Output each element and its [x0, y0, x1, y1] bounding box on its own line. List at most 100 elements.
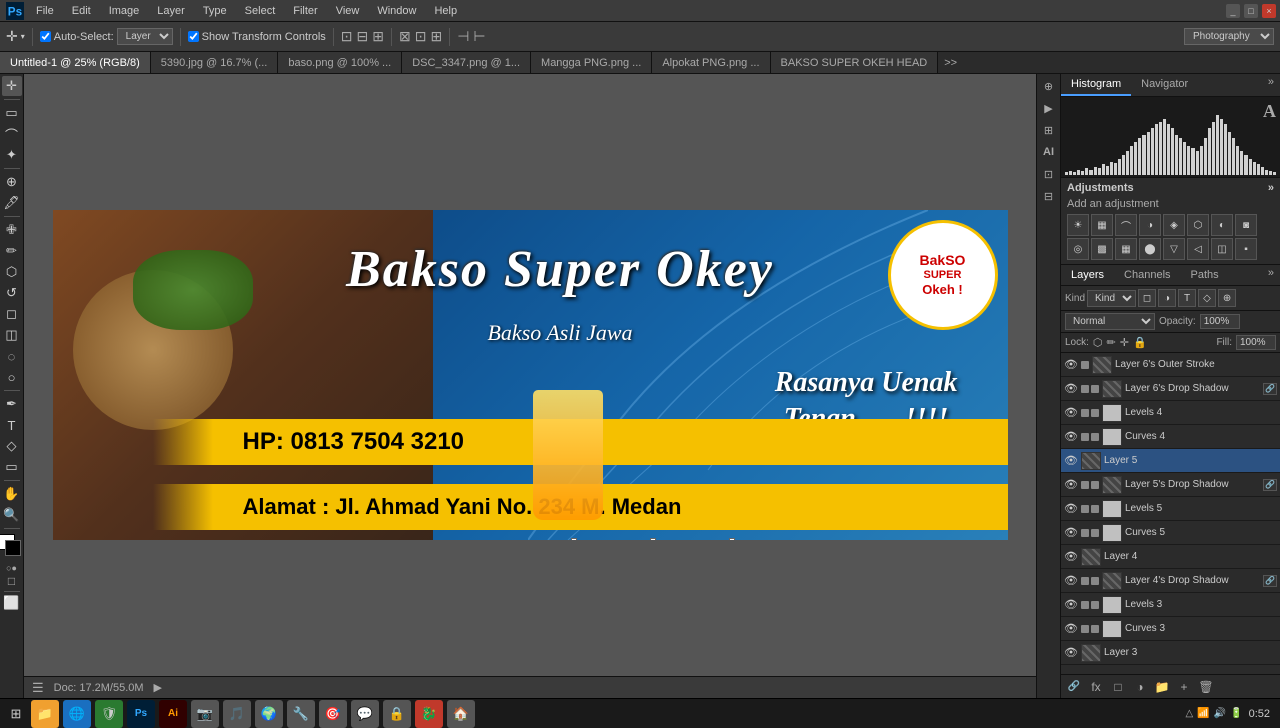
layer-fx-9[interactable] — [1091, 577, 1099, 585]
filter-kind-select[interactable]: Kind — [1087, 290, 1136, 307]
layer-folder-footer-btn[interactable]: 📁 — [1153, 678, 1171, 696]
auto-select-type[interactable]: Layer — [117, 28, 173, 45]
layer-item-0[interactable]: 👁 Layer 6's Outer Stroke — [1061, 353, 1280, 377]
layer-item-6[interactable]: 👁 Levels 5 — [1061, 497, 1280, 521]
adj-brightness[interactable]: ☀ — [1067, 214, 1089, 236]
menu-select[interactable]: Select — [237, 3, 284, 19]
tab-3[interactable]: DSC_3347.png @ 1... — [402, 52, 531, 74]
tray-icon-1[interactable]: △ — [1186, 708, 1194, 719]
transform-checkbox[interactable] — [188, 31, 199, 42]
menu-file[interactable]: File — [28, 3, 62, 19]
layers-tab[interactable]: Layers — [1061, 265, 1114, 285]
align-middle-icon[interactable]: ⊡ — [415, 28, 427, 45]
align-bottom-icon[interactable]: ⊞ — [430, 28, 442, 45]
taskbar-ai[interactable]: Ai — [159, 700, 187, 728]
layer-link-10[interactable] — [1081, 601, 1089, 609]
tab-5[interactable]: Alpokat PNG.png ... — [652, 52, 770, 74]
menu-view[interactable]: View — [328, 3, 368, 19]
layer-fx-footer-btn[interactable]: fx — [1087, 678, 1105, 696]
adj-channel-mixer[interactable]: ▩ — [1091, 238, 1113, 260]
stamp-tool[interactable]: ⬡ — [2, 262, 22, 282]
layer-item-9[interactable]: 👁 Layer 4's Drop Shadow 🔗 — [1061, 569, 1280, 593]
adj-vibrance[interactable]: ◈ — [1163, 214, 1185, 236]
maximize-btn[interactable]: □ — [1244, 4, 1258, 18]
layer-new-footer-btn[interactable]: + — [1175, 678, 1193, 696]
layer-mask-footer-btn[interactable]: □ — [1109, 678, 1127, 696]
lasso-tool[interactable]: ⌒ — [2, 124, 22, 144]
taskbar-7[interactable]: 🎯 — [319, 700, 347, 728]
fill-input[interactable] — [1236, 335, 1276, 350]
taskbar-explorer[interactable]: 📁 — [31, 700, 59, 728]
pen-tool[interactable]: ✒ — [2, 394, 22, 414]
layer-item-5[interactable]: 👁 Layer 5's Drop Shadow 🔗 — [1061, 473, 1280, 497]
layer-item-2[interactable]: 👁 Levels 4 — [1061, 401, 1280, 425]
workspace-selector[interactable]: Photography — [1184, 28, 1274, 45]
eraser-tool[interactable]: ◻ — [2, 304, 22, 324]
taskbar-8[interactable]: 💬 — [351, 700, 379, 728]
adj-posterize[interactable]: ▽ — [1163, 238, 1185, 260]
layer-eye-8[interactable]: 👁 — [1064, 550, 1078, 564]
taskbar-10[interactable]: 🐉 — [415, 700, 443, 728]
heal-tool[interactable]: ✙ — [2, 220, 22, 240]
tabs-overflow[interactable]: >> — [938, 57, 963, 69]
layer-item-4[interactable]: 👁 Layer 5 — [1061, 449, 1280, 473]
align-right-icon[interactable]: ⊞ — [372, 28, 384, 45]
blend-mode-select[interactable]: Normal — [1065, 313, 1155, 330]
move-tool[interactable]: ✛ — [2, 76, 22, 96]
tab-6[interactable]: BAKSO SUPER OKEH HEAD — [771, 52, 939, 74]
blur-tool[interactable]: ◌ — [2, 346, 22, 366]
menu-help[interactable]: Help — [426, 3, 465, 19]
align-left-icon[interactable]: ⊡ — [341, 28, 353, 45]
expand-icon[interactable]: ▶ — [154, 681, 162, 694]
dodge-tool[interactable]: ○ — [2, 367, 22, 387]
layer-chain-3[interactable] — [1091, 433, 1099, 441]
taskbar-9[interactable]: 🔒 — [383, 700, 411, 728]
battery-icon[interactable]: 🔋 — [1230, 708, 1242, 719]
menu-image[interactable]: Image — [101, 3, 148, 19]
volume-icon[interactable]: 🔊 — [1214, 708, 1226, 719]
adj-photo-filter[interactable]: ◎ — [1067, 238, 1089, 260]
filter-adjust-icon[interactable]: ◑ — [1158, 289, 1176, 307]
layer-eye-3[interactable]: 👁 — [1064, 430, 1078, 444]
crop-tool[interactable]: ⊕ — [2, 172, 22, 192]
color-mode-icon[interactable]: ○● — [6, 563, 17, 573]
paths-tab[interactable]: Paths — [1181, 265, 1229, 285]
layer-eye-1[interactable]: 👁 — [1064, 382, 1078, 396]
tab-2[interactable]: baso.png @ 100% ... — [278, 52, 402, 74]
strip-icon-2[interactable]: ▶ — [1039, 98, 1059, 118]
filter-shape-icon[interactable]: ◇ — [1198, 289, 1216, 307]
shape-tool[interactable]: ▭ — [2, 457, 22, 477]
wand-tool[interactable]: ✦ — [2, 145, 22, 165]
gradient-tool[interactable]: ◫ — [2, 325, 22, 345]
adj-hsl[interactable]: ⬡ — [1187, 214, 1209, 236]
opacity-input[interactable] — [1200, 314, 1240, 329]
layer-link-3[interactable] — [1081, 433, 1089, 441]
path-tool[interactable]: ◇ — [2, 436, 22, 456]
hand-tool[interactable]: ✋ — [2, 484, 22, 504]
align-center-h-icon[interactable]: ⊟ — [357, 28, 369, 45]
network-icon[interactable]: 📶 — [1197, 708, 1209, 719]
taskbar-11[interactable]: 🏠 — [447, 700, 475, 728]
layer-eye-12[interactable]: 👁 — [1064, 646, 1078, 660]
layer-eye-9[interactable]: 👁 — [1064, 574, 1078, 588]
minimize-btn[interactable]: _ — [1226, 4, 1240, 18]
filter-text-icon[interactable]: T — [1178, 289, 1196, 307]
strip-icon-ai[interactable]: AI — [1039, 142, 1059, 162]
layer-link-6[interactable] — [1081, 505, 1089, 513]
menu-window[interactable]: Window — [369, 3, 424, 19]
tab-4[interactable]: Mangga PNG.png ... — [531, 52, 652, 74]
marquee-tool[interactable]: ▭ — [2, 103, 22, 123]
layer-link-2[interactable] — [1081, 409, 1089, 417]
adj-gradient-map[interactable]: ◫ — [1211, 238, 1233, 260]
quick-mask-icon[interactable]: □ — [8, 574, 15, 588]
layer-link-1[interactable] — [1081, 385, 1089, 393]
taskbar-ie[interactable]: 🌐 — [63, 700, 91, 728]
layer-chain-10[interactable] — [1091, 601, 1099, 609]
layer-eye-4[interactable]: 👁 — [1064, 454, 1078, 468]
lock-pixels-icon[interactable]: ✏ — [1107, 336, 1116, 349]
layer-item-7[interactable]: 👁 Curves 5 — [1061, 521, 1280, 545]
channels-tab[interactable]: Channels — [1114, 265, 1180, 285]
layer-eye-7[interactable]: 👁 — [1064, 526, 1078, 540]
menu-filter[interactable]: Filter — [285, 3, 325, 19]
adj-selective-color[interactable]: ▪ — [1235, 238, 1257, 260]
